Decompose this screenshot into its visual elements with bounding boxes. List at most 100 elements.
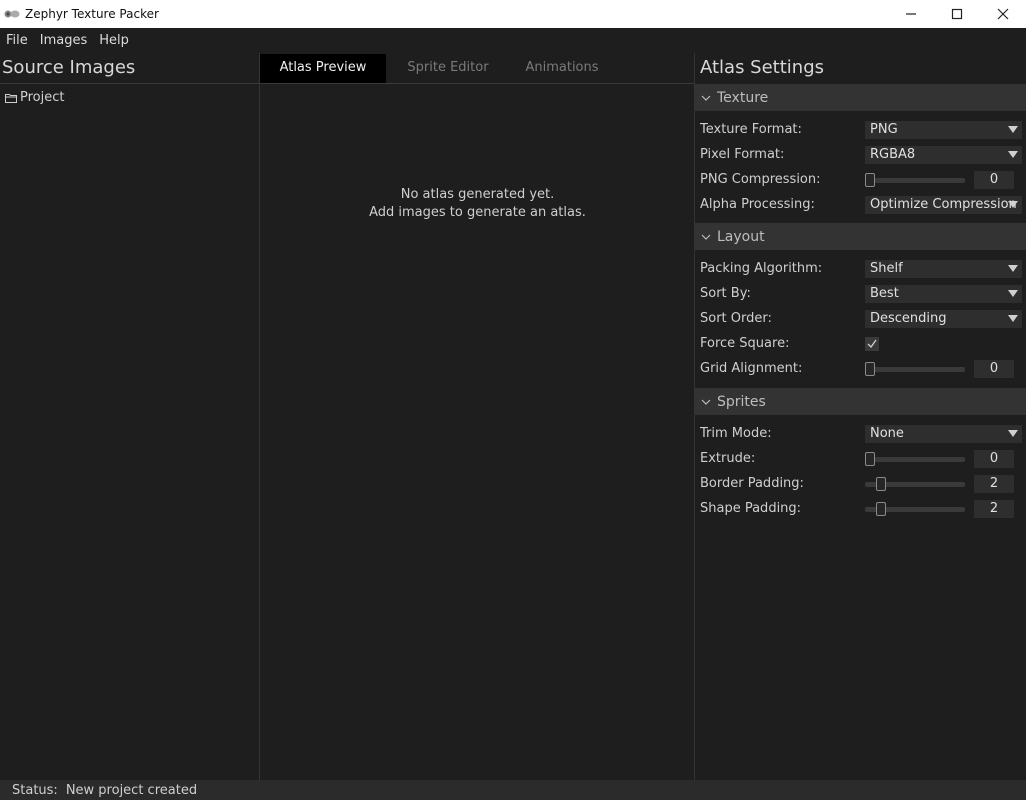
field-label: Sort Order:: [700, 311, 772, 326]
dropdown-value: Descending: [870, 311, 947, 326]
field-label: Extrude:: [700, 451, 756, 466]
empty-state-message: No atlas generated yet. Add images to ge…: [260, 186, 695, 222]
dropdown-arrow-icon: [1008, 200, 1018, 208]
dropdown-value: Optimize Compression: [870, 197, 1017, 212]
field-label: Grid Alignment:: [700, 361, 803, 376]
chevron-down-icon: [695, 234, 717, 240]
extrude-row: Extrude: 0: [695, 446, 1026, 471]
slider-handle[interactable]: [865, 361, 875, 376]
dropdown-value: Shelf: [870, 261, 903, 276]
field-label: Alpha Processing:: [700, 197, 815, 212]
alpha-processing-row: Alpha Processing: Optimize Compression: [695, 192, 1026, 217]
field-label: PNG Compression:: [700, 172, 821, 187]
pixel-format-dropdown[interactable]: RGBA8: [865, 145, 1022, 164]
center-panel: Atlas Preview Sprite Editor Animations N…: [260, 53, 695, 780]
maximize-button[interactable]: [934, 0, 980, 28]
menu-file[interactable]: File: [0, 28, 34, 53]
field-label: Pixel Format:: [700, 147, 785, 162]
folder-icon: [5, 93, 17, 103]
tab-atlas-preview[interactable]: Atlas Preview: [260, 54, 386, 83]
shape-padding-slider[interactable]: [865, 500, 965, 518]
grid-alignment-value[interactable]: 0: [974, 359, 1014, 378]
tab-bar: Atlas Preview Sprite Editor Animations: [260, 53, 694, 84]
slider-handle[interactable]: [876, 476, 886, 491]
slider-handle[interactable]: [865, 172, 875, 187]
tab-animations[interactable]: Animations: [510, 54, 614, 83]
dropdown-arrow-icon: [1008, 289, 1018, 297]
dropdown-value: None: [870, 426, 904, 441]
tree-item-project[interactable]: Project: [0, 84, 259, 111]
sort-by-row: Sort By: Best: [695, 281, 1026, 306]
minimize-icon: [906, 13, 916, 15]
field-label: Shape Padding:: [700, 501, 802, 516]
section-title: Texture: [717, 89, 769, 106]
field-label: Trim Mode:: [700, 426, 772, 441]
slider-handle[interactable]: [876, 501, 886, 516]
status-key: Status:: [12, 782, 58, 798]
texture-format-dropdown[interactable]: PNG: [865, 120, 1022, 139]
png-compression-value[interactable]: 0: [974, 170, 1014, 189]
trim-mode-dropdown[interactable]: None: [865, 424, 1022, 443]
sort-order-row: Sort Order: Descending: [695, 306, 1026, 331]
border-padding-row: Border Padding: 2: [695, 471, 1026, 496]
dropdown-value: Best: [870, 286, 899, 301]
field-label: Force Square:: [700, 336, 790, 351]
menu-help[interactable]: Help: [93, 28, 135, 53]
alpha-processing-dropdown[interactable]: Optimize Compression: [865, 195, 1022, 214]
tab-sprite-editor[interactable]: Sprite Editor: [386, 54, 510, 83]
atlas-settings-panel: Atlas Settings Texture Texture Format: P…: [695, 53, 1026, 780]
tree-item-label: Project: [20, 90, 65, 105]
packing-algorithm-dropdown[interactable]: Shelf: [865, 259, 1022, 278]
dropdown-arrow-icon: [1008, 314, 1018, 322]
section-texture-header[interactable]: Texture: [695, 84, 1026, 111]
close-icon: [997, 8, 1009, 20]
chevron-down-icon: [695, 95, 717, 101]
minimize-button[interactable]: [888, 0, 934, 28]
checkmark-icon: [867, 339, 877, 348]
field-label: Border Padding:: [700, 476, 804, 491]
force-square-row: Force Square:: [695, 331, 1026, 356]
grid-alignment-row: Grid Alignment: 0: [695, 356, 1026, 381]
trim-mode-row: Trim Mode: None: [695, 421, 1026, 446]
menu-images[interactable]: Images: [34, 28, 94, 53]
slider-handle[interactable]: [865, 451, 875, 466]
sort-by-dropdown[interactable]: Best: [865, 284, 1022, 303]
extrude-slider[interactable]: [865, 450, 965, 468]
empty-line-2: Add images to generate an atlas.: [369, 205, 586, 220]
shape-padding-value[interactable]: 2: [974, 499, 1014, 518]
close-button[interactable]: [980, 0, 1026, 28]
dropdown-value: PNG: [870, 122, 898, 137]
status-text: New project created: [65, 782, 198, 798]
force-square-checkbox[interactable]: [865, 336, 879, 351]
png-compression-row: PNG Compression: 0: [695, 167, 1026, 192]
app-logo-icon: [4, 8, 20, 20]
shape-padding-row: Shape Padding: 2: [695, 496, 1026, 521]
status-bar: Status: New project created: [0, 780, 1026, 800]
pixel-format-row: Pixel Format: RGBA8: [695, 142, 1026, 167]
extrude-value[interactable]: 0: [974, 449, 1014, 468]
section-sprites-header[interactable]: Sprites: [695, 388, 1026, 415]
grid-alignment-slider[interactable]: [865, 360, 965, 378]
dropdown-arrow-icon: [1008, 429, 1018, 437]
maximize-icon: [951, 8, 963, 20]
panel-title: Source Images: [0, 53, 259, 84]
title-bar: Zephyr Texture Packer: [0, 0, 1026, 28]
dropdown-arrow-icon: [1008, 125, 1018, 133]
dropdown-arrow-icon: [1008, 150, 1018, 158]
packing-algorithm-row: Packing Algorithm: Shelf: [695, 256, 1026, 281]
field-label: Packing Algorithm:: [700, 261, 823, 276]
panel-title: Atlas Settings: [700, 57, 825, 78]
border-padding-value[interactable]: 2: [974, 474, 1014, 493]
texture-format-row: Texture Format: PNG: [695, 117, 1026, 142]
png-compression-slider[interactable]: [865, 171, 965, 189]
empty-line-1: No atlas generated yet.: [400, 187, 555, 202]
dropdown-value: RGBA8: [870, 147, 916, 162]
border-padding-slider[interactable]: [865, 475, 965, 493]
chevron-down-icon: [695, 399, 717, 405]
field-label: Sort By:: [700, 286, 751, 301]
sort-order-dropdown[interactable]: Descending: [865, 309, 1022, 328]
source-images-panel: Source Images Project: [0, 53, 260, 780]
menu-bar: File Images Help: [0, 28, 1026, 53]
section-title: Layout: [717, 228, 765, 245]
section-layout-header[interactable]: Layout: [695, 223, 1026, 250]
